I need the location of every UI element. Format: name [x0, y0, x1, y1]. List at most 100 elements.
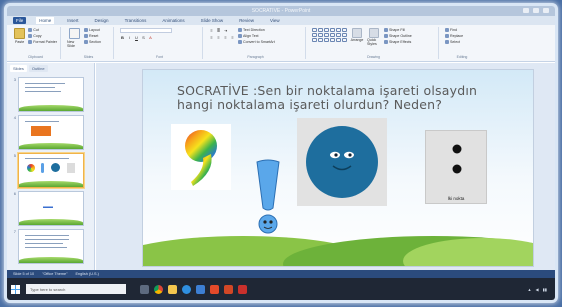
slides-panel: Slides Outline 3 4 5 6 ▬▬ 7	[7, 63, 95, 270]
task-view-icon[interactable]	[140, 284, 149, 294]
powerpoint-icon[interactable]	[224, 284, 233, 294]
current-slide[interactable]: SOCRATİVE :Sen bir noktalama işareti ols…	[142, 69, 534, 267]
align-text-icon	[238, 34, 242, 38]
minimize-button[interactable]	[523, 8, 529, 13]
chrome-icon[interactable]	[154, 284, 163, 294]
new-slide-button[interactable]: New Slide	[67, 28, 81, 48]
tab-home[interactable]: Home	[36, 17, 55, 24]
convert-smartart-button[interactable]: Convert to SmartArt	[238, 40, 275, 44]
rainbow-comma-image[interactable]	[171, 124, 231, 190]
thumbnail-row: 4	[9, 115, 94, 150]
strikethrough-button[interactable]: S	[141, 35, 146, 40]
title-bar: SOCRATIVE - PowerPoint	[7, 6, 555, 16]
close-button[interactable]	[543, 8, 549, 13]
align-text-button[interactable]: Align Text	[238, 34, 275, 38]
taskbar-search-input[interactable]: Type here to search	[26, 284, 126, 294]
slide-thumbnail-selected[interactable]	[18, 153, 84, 188]
store-icon[interactable]	[196, 284, 205, 294]
arrange-button[interactable]: Arrange	[350, 28, 364, 42]
slide-title-line: hangi noktalama işareti olurdun? Neden?	[177, 97, 443, 112]
network-icon[interactable]: ▲	[528, 287, 532, 292]
windows-start-button[interactable]	[11, 284, 20, 294]
app-window: SOCRATIVE - PowerPoint File Home Insert …	[4, 3, 558, 303]
scissors-icon	[28, 28, 33, 32]
edge-icon[interactable]	[182, 284, 191, 294]
arrange-icon	[352, 28, 362, 38]
ribbon-tabs: File Home Insert Design Transitions Anim…	[7, 16, 555, 25]
align-right-button[interactable]: ≡	[223, 35, 228, 40]
tab-design[interactable]: Design	[92, 17, 112, 24]
shape-fill-button[interactable]: Shape Fill	[384, 28, 412, 32]
status-bar: Slide 5 of 10 "Office Theme" English (U.…	[7, 270, 555, 278]
shapes-gallery[interactable]	[312, 28, 347, 42]
font-group: B I U S A Font	[117, 27, 203, 59]
format-painter-button[interactable]: Format Painter	[28, 40, 57, 44]
outline-icon	[384, 34, 388, 38]
window-controls	[523, 8, 549, 13]
tab-slides[interactable]: Slides	[10, 65, 27, 72]
font-color-button[interactable]: A	[148, 35, 153, 40]
text-direction-button[interactable]: Text Direction	[238, 28, 275, 32]
slide-title-line: SOCRATİVE :Sen bir noktalama işareti ols…	[177, 83, 478, 98]
bullets-button[interactable]: ≡	[209, 28, 214, 33]
system-tray: ▲ ◀ ▮▮	[528, 287, 551, 292]
group-label-font: Font	[155, 55, 163, 59]
tab-view[interactable]: View	[267, 17, 283, 24]
tab-outline[interactable]: Outline	[28, 65, 48, 72]
tab-slide-show[interactable]: Slide Show	[198, 17, 227, 24]
paste-button[interactable]: Paste	[14, 28, 26, 44]
smiling-circle-image[interactable]	[297, 118, 387, 206]
layout-button[interactable]: Layout	[84, 28, 101, 32]
thumbnail-number: 7	[13, 229, 16, 234]
slide-thumbnail[interactable]: ▬▬	[18, 191, 84, 226]
section-button[interactable]: Section	[84, 40, 101, 44]
smartart-icon	[238, 40, 242, 44]
justify-button[interactable]: ≡	[230, 35, 235, 40]
select-button[interactable]: Select	[445, 40, 463, 44]
indent-button[interactable]: ⇥	[223, 28, 228, 33]
italic-button[interactable]: I	[127, 35, 132, 40]
slide-thumbnail[interactable]	[18, 229, 84, 264]
language-indicator[interactable]: English (U.S.)	[75, 272, 98, 276]
reset-button[interactable]: Reset	[84, 34, 101, 38]
shape-effects-button[interactable]: Shape Effects	[384, 40, 412, 44]
font-name-select[interactable]	[120, 28, 172, 33]
exclamation-character-image[interactable]	[251, 158, 285, 236]
font-format-row: B I U S A	[120, 35, 172, 40]
taskbar-apps	[140, 284, 247, 294]
tab-animations[interactable]: Animations	[159, 17, 187, 24]
tab-review[interactable]: Review	[236, 17, 257, 24]
slide-thumbnail[interactable]	[18, 115, 84, 150]
quick-styles-button[interactable]: Quick Styles	[367, 28, 381, 46]
slide-title[interactable]: SOCRATİVE :Sen bir noktalama işareti ols…	[177, 84, 517, 112]
shape-outline-button[interactable]: Shape Outline	[384, 34, 412, 38]
mail-icon[interactable]	[210, 284, 219, 294]
align-center-button[interactable]: ≡	[216, 35, 221, 40]
brush-icon	[28, 40, 33, 44]
tab-transitions[interactable]: Transitions	[122, 17, 150, 24]
tab-insert[interactable]: Insert	[64, 17, 81, 24]
folder-icon[interactable]	[168, 284, 177, 294]
clock-icon[interactable]: ▮▮	[543, 287, 547, 292]
volume-icon[interactable]: ◀	[536, 287, 539, 292]
app-icon[interactable]	[238, 284, 247, 294]
cut-button[interactable]: Cut	[28, 28, 57, 32]
fill-bucket-icon	[384, 28, 388, 32]
find-button[interactable]: Find	[445, 28, 463, 32]
underline-button[interactable]: U	[134, 35, 139, 40]
section-icon	[84, 40, 88, 44]
copy-button[interactable]: Copy	[28, 34, 57, 38]
align-buttons: ≡ ≡ ≡ ≡	[209, 35, 235, 40]
thumbnail-number: 4	[13, 115, 16, 120]
drawing-group: Arrange Quick Styles Shape Fill Shape Ou…	[309, 27, 439, 59]
comma-icon	[185, 130, 217, 186]
bold-button[interactable]: B	[120, 35, 125, 40]
cursor-icon	[445, 40, 449, 44]
maximize-button[interactable]	[533, 8, 539, 13]
align-left-button[interactable]: ≡	[209, 35, 214, 40]
slide-thumbnail[interactable]	[18, 77, 84, 112]
colon-image[interactable]: İki nokta	[425, 130, 487, 204]
replace-button[interactable]: Replace	[445, 34, 463, 38]
tab-file[interactable]: File	[13, 17, 27, 24]
numbering-button[interactable]: ≣	[216, 28, 221, 33]
